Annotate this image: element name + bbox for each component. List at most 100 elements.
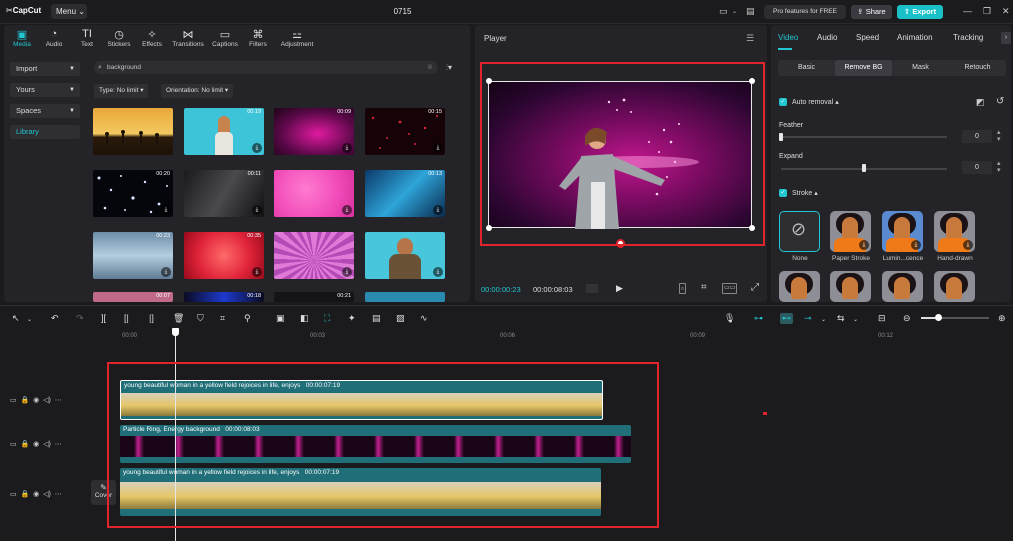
media-thumbnail[interactable]: 00:21 [274, 292, 354, 302]
resize-handle-top-left[interactable] [486, 78, 492, 84]
media-thumbnail[interactable]: 00:35 ⤓ [184, 232, 264, 279]
mirror-icon[interactable]: ◧ [300, 313, 309, 324]
tab-audio-props[interactable]: Audio [817, 33, 837, 42]
chevron-right-icon[interactable]: › [1001, 32, 1011, 44]
playhead[interactable] [174, 330, 176, 541]
cover-button[interactable]: ✎ Cover [91, 480, 116, 505]
download-icon[interactable]: ⤓ [963, 240, 973, 250]
sidebar-item-yours[interactable]: Yours ▼ [10, 83, 80, 97]
media-thumbnail[interactable] [365, 292, 445, 302]
media-thumbnail[interactable]: 00:15 ⤓ [365, 108, 445, 155]
tab-filters[interactable]: ⌘ Filters [241, 28, 275, 48]
media-thumbnail[interactable]: ⤓ [365, 232, 445, 279]
cover-toggle-icon[interactable]: ▭ [10, 441, 17, 448]
preview-chevron-icon[interactable]: ⌄ [853, 316, 858, 323]
resize-handle-bottom-left[interactable] [486, 225, 492, 231]
media-thumbnail[interactable]: 00:20 ⤓ [93, 170, 173, 217]
download-icon[interactable]: ⤓ [433, 143, 443, 153]
media-thumbnail[interactable]: 00:18 [184, 292, 264, 302]
tab-media[interactable]: ▣ Media [5, 28, 39, 48]
download-icon[interactable]: ⤓ [342, 205, 352, 215]
menu-icon[interactable]: ☰ [746, 33, 754, 44]
magic-icon[interactable]: ✦ [348, 313, 356, 324]
expand-slider-knob[interactable] [862, 164, 866, 172]
cover-toggle-icon[interactable]: ▭ [10, 397, 17, 404]
maximize-icon[interactable]: ❐ [983, 6, 991, 17]
layout-chevron-icon[interactable]: ⌄ [732, 8, 737, 15]
auto-reframe-icon[interactable]: ⚲ [244, 313, 251, 324]
lock-icon[interactable]: 🔒 [21, 491, 30, 498]
more-icon[interactable]: ⋯ [55, 441, 62, 448]
media-thumbnail[interactable]: 00:13 ⤓ [365, 170, 445, 217]
minimize-icon[interactable]: — [963, 6, 972, 16]
sidebar-item-import[interactable]: Import ▼ [10, 62, 80, 76]
volume-icon[interactable]: ◁) [43, 397, 51, 404]
media-thumbnail[interactable]: 00:19 ⤓ [184, 108, 264, 155]
play-icon[interactable]: ▶ [616, 283, 623, 294]
subtab-remove-bg[interactable]: Remove BG [835, 60, 892, 76]
video-canvas[interactable] [488, 81, 752, 229]
tab-captions[interactable]: ▭ Captions [208, 28, 242, 48]
tab-adjustment[interactable]: ⚍ Adjustment [278, 28, 316, 48]
layout-icon[interactable]: ▭ [719, 6, 728, 17]
expand-icon[interactable]: ⤢ [751, 282, 759, 293]
crop-tool-icon[interactable]: ⌗ [220, 313, 225, 324]
tab-stickers[interactable]: ◷ Stickers [102, 28, 136, 48]
tab-speed[interactable]: Speed [856, 33, 879, 42]
eye-icon[interactable]: ◉ [33, 441, 39, 448]
delete-icon[interactable]: 🗑 [173, 313, 184, 324]
eye-icon[interactable]: ◉ [33, 397, 39, 404]
remove-bg-tool-icon[interactable]: ⛶ [324, 313, 330, 324]
media-thumbnail[interactable]: ⤓ [274, 170, 354, 217]
freeze-icon[interactable]: ▣ [276, 313, 285, 324]
ratio-icon[interactable]: ▭▭ [722, 283, 738, 294]
download-icon[interactable]: ⤓ [342, 143, 352, 153]
close-icon[interactable]: ✕ [1002, 6, 1010, 17]
crop-icon[interactable]: ⌗ [701, 282, 707, 293]
zoom-out-icon[interactable]: ⊖ [903, 313, 911, 324]
resize-handle-bottom-right[interactable] [749, 225, 755, 231]
sidebar-item-spaces[interactable]: Spaces ▼ [10, 104, 80, 118]
link-chevron-icon[interactable]: ⌄ [821, 316, 826, 323]
auto-removal-checkbox[interactable]: ✓ [779, 98, 787, 106]
media-thumbnail[interactable]: 00:23 ⤓ [93, 232, 173, 279]
clear-icon[interactable]: ⊗ [427, 61, 433, 74]
more-icon[interactable]: ⋯ [55, 491, 62, 498]
preview-axis-icon[interactable]: ⇆ [837, 313, 845, 324]
image-tool-icon[interactable]: ▨ [396, 313, 405, 324]
redo-icon[interactable]: ↷ [76, 313, 84, 324]
feather-value-input[interactable]: 0 [962, 130, 992, 143]
media-thumbnail[interactable]: 00:09 ⤓ [274, 108, 354, 155]
type-filter-select[interactable]: Type: No limit ▾ [94, 84, 149, 98]
playhead-handle[interactable] [171, 328, 179, 336]
download-icon[interactable]: ⤓ [911, 240, 921, 250]
media-thumbnail[interactable]: ⤓ [274, 232, 354, 279]
more-icon[interactable]: ⋯ [55, 397, 62, 404]
eye-icon[interactable]: ◉ [33, 491, 39, 498]
fullscreen-window-icon[interactable]: ▫ [679, 283, 686, 294]
stroke-option[interactable] [830, 271, 871, 302]
lock-icon[interactable]: 🔒 [21, 441, 30, 448]
timecode-toggle-icon[interactable] [586, 284, 598, 293]
split-right-icon[interactable]: |] [149, 313, 154, 323]
pro-features-button[interactable]: Pro features for FREE [764, 5, 846, 19]
microphone-icon[interactable]: 🎙 [724, 313, 735, 324]
subtab-basic[interactable]: Basic [778, 60, 835, 76]
tab-text[interactable]: TI Text [70, 28, 104, 48]
download-icon[interactable]: ⤓ [252, 267, 262, 277]
download-icon[interactable]: ⤓ [433, 205, 443, 215]
resize-handle-top-right[interactable] [749, 78, 755, 84]
expand-value-input[interactable]: 0 [962, 161, 992, 174]
fit-icon[interactable]: ⊟ [878, 313, 886, 324]
search-input[interactable]: ⌕ background ⊗ [94, 61, 438, 74]
timeline-clip[interactable]: young beautiful woman in a yellow field … [120, 380, 603, 420]
feather-slider[interactable] [781, 136, 947, 138]
split-icon[interactable]: ][ [101, 313, 106, 323]
lock-icon[interactable]: 🔒 [21, 397, 30, 404]
edit-icon[interactable]: ◩ [976, 97, 985, 108]
timeline-clip[interactable]: young beautiful woman in a yellow field … [120, 468, 601, 516]
tab-animation[interactable]: Animation [897, 33, 933, 42]
download-icon[interactable]: ⤓ [252, 205, 262, 215]
download-icon[interactable]: ⤓ [252, 143, 262, 153]
stroke-option-none[interactable]: ⊘ [779, 211, 820, 252]
